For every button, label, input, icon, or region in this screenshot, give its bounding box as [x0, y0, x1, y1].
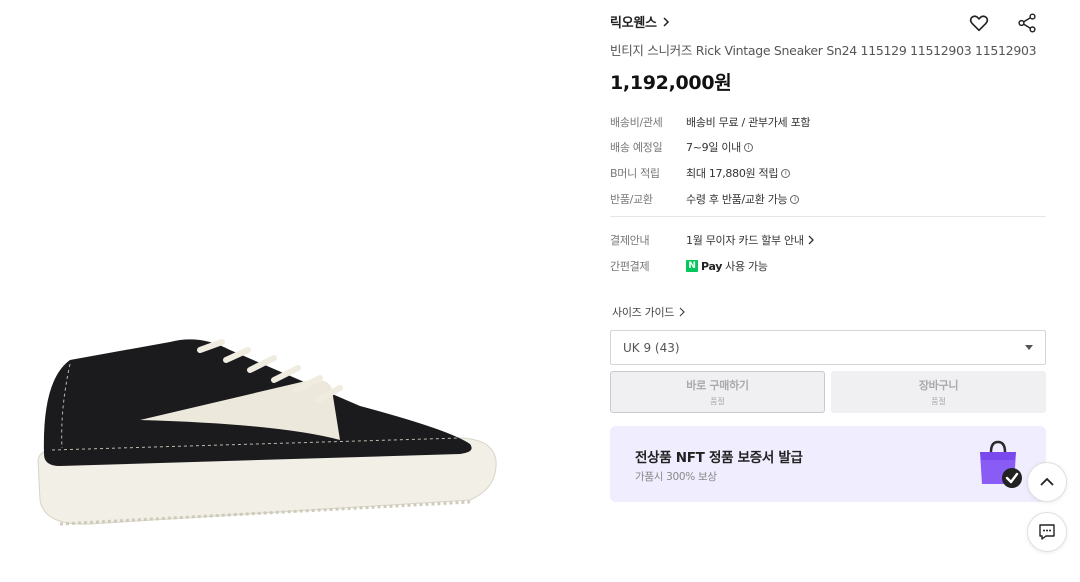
share-icon[interactable] [1016, 12, 1038, 34]
spec-value: 7~9일 이내 [686, 141, 741, 154]
scroll-top-button[interactable] [1027, 462, 1067, 502]
spec-key: 반품/교환 [610, 193, 653, 206]
buy-now-label: 바로 구매하기 [686, 379, 749, 392]
nft-banner[interactable]: 전상품 NFT 정품 보증서 발급 가품시 300% 보상 [610, 426, 1046, 502]
spec-key: B머니 적립 [610, 167, 660, 180]
payment-info-row: 결제안내 1월 무이자 카드 할부 안내 [610, 232, 1046, 248]
spec-delivery-date: 배송 예정일 7~9일 이내 i [610, 139, 1046, 155]
cart-button[interactable]: 장바구니 품절 [831, 371, 1046, 413]
spec-value: 최대 17,880원 적립 [686, 167, 779, 180]
product-price: 1,192,000원 [610, 72, 732, 94]
nft-title: 전상품 NFT 정품 보증서 발급 [635, 450, 803, 466]
product-name: 빈티지 스니커즈 Rick Vintage Sneaker Sn24 11512… [610, 43, 1037, 58]
spec-value: 배송비 무료 / 관부가세 포함 [686, 116, 811, 129]
spec-points: B머니 적립 최대 17,880원 적립 i [610, 165, 1046, 181]
divider [610, 216, 1046, 217]
size-selected-value: UK 9 (43) [623, 340, 680, 355]
chevron-right-icon [808, 235, 814, 245]
caret-down-icon [1025, 345, 1033, 350]
size-select[interactable]: UK 9 (43) [610, 330, 1046, 365]
installment-label: 1월 무이자 카드 할부 안내 [686, 234, 804, 247]
spec-key: 배송 예정일 [610, 141, 663, 154]
spec-key: 간편결제 [610, 260, 650, 273]
nft-subtitle: 가품시 300% 보상 [635, 471, 717, 483]
spec-key: 배송비/관세 [610, 116, 663, 129]
brand-link[interactable]: 릭오웬스 [610, 12, 671, 31]
npay-suffix: 사용 가능 [725, 260, 768, 273]
sneaker-illustration [37, 339, 497, 526]
sold-out-label: 품절 [710, 397, 725, 406]
info-icon[interactable]: i [790, 194, 800, 204]
chat-icon [1039, 524, 1055, 540]
brand-name: 릭오웬스 [610, 16, 657, 31]
npay-logo-icon: N [686, 260, 698, 272]
info-icon[interactable]: i [743, 142, 753, 152]
chevron-right-icon [663, 16, 669, 27]
top-actions [968, 12, 1038, 34]
easy-pay-row: 간편결제 N Pay 사용 가능 [610, 258, 1046, 274]
buy-now-button[interactable]: 바로 구매하기 품절 [610, 371, 825, 413]
spec-key: 결제안내 [610, 234, 650, 247]
spec-shipping: 배송비/관세 배송비 무료 / 관부가세 포함 [610, 114, 1046, 130]
size-guide-label: 사이즈 가이드 [612, 306, 675, 319]
spec-value: 수령 후 반품/교환 가능 [686, 193, 788, 206]
size-guide-link[interactable]: 사이즈 가이드 [612, 304, 686, 320]
sold-out-label: 품절 [931, 397, 946, 406]
info-icon[interactable]: i [781, 168, 791, 178]
product-image [0, 0, 560, 582]
chat-button[interactable] [1027, 512, 1067, 552]
heart-icon[interactable] [968, 12, 990, 34]
chevron-up-icon [1040, 477, 1054, 486]
cart-label: 장바구니 [918, 379, 959, 392]
chevron-right-icon [679, 307, 685, 317]
installment-link[interactable]: 1월 무이자 카드 할부 안내 [686, 232, 815, 248]
npay-word: Pay [701, 259, 723, 273]
spec-return: 반품/교환 수령 후 반품/교환 가능 i [610, 191, 1046, 207]
shopping-bag-check-icon [980, 440, 1022, 488]
